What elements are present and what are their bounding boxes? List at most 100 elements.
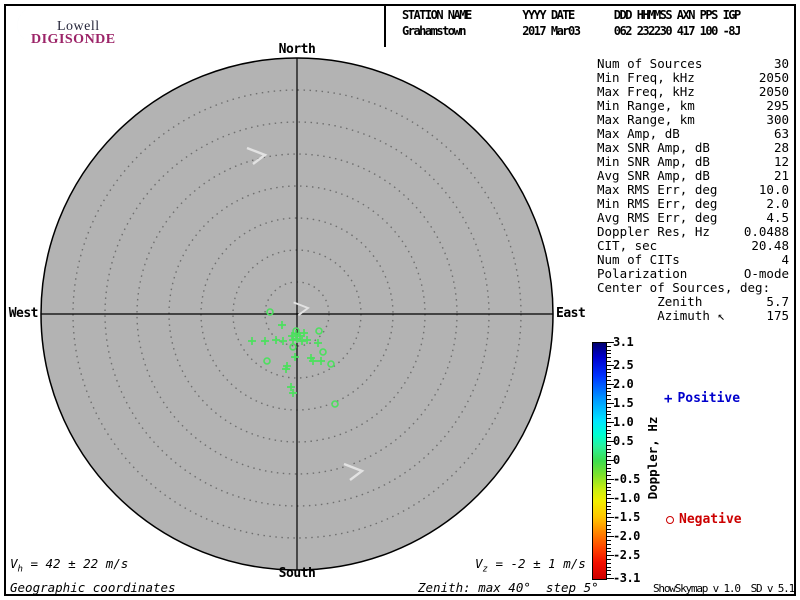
colorbar-tick-label: -3.1: [613, 571, 640, 585]
stat-label: Max SNR Amp, dB: [597, 141, 710, 155]
stat-row: Max Amp, dB63: [597, 127, 789, 141]
colorbar-tick: [607, 483, 611, 484]
stat-value: 63: [774, 127, 789, 141]
coordinate-system-label: Geographic coordinates: [10, 580, 176, 595]
stat-label: Avg SNR Amp, dB: [597, 169, 710, 183]
stat-row: Num of CITs4: [597, 253, 789, 267]
horizontal-velocity-readout: Vh = 42 ± 22 m/s: [10, 556, 128, 575]
stat-label: Polarization: [597, 267, 687, 281]
colorbar-tick-label: 1.5: [613, 396, 633, 410]
stat-row: Zenith 5.7: [597, 295, 789, 309]
colorbar-tick: [607, 395, 611, 396]
colorbar-tick: [607, 388, 611, 389]
colorbar-tick: [607, 464, 611, 465]
colorbar-tick: [607, 376, 611, 377]
colorbar-tick: [607, 346, 611, 347]
colorbar-tick: [607, 391, 611, 392]
stat-label: Min RMS Err, deg: [597, 197, 717, 211]
colorbar-tick-label: 0: [613, 453, 620, 467]
colorbar-tick: [607, 487, 611, 488]
compass-label-north: North: [279, 42, 316, 57]
colorbar-tick: [607, 418, 611, 419]
stat-value: 5.7: [766, 295, 789, 309]
plus-marker-icon: +: [664, 393, 672, 405]
compass-label-south: South: [279, 566, 316, 581]
colorbar-tick: [607, 426, 611, 427]
doppler-colorbar: [592, 342, 607, 580]
colorbar-tick-label: 0.5: [613, 434, 633, 448]
colorbar-tick: [607, 369, 611, 370]
colorbar-tick: [607, 361, 611, 362]
colorbar-tick: [607, 357, 611, 358]
stat-label: CIT, sec: [597, 239, 657, 253]
colorbar-tick: [607, 414, 611, 415]
colorbar-tick: [607, 475, 611, 476]
colorbar-tick-label: 2.5: [613, 358, 633, 372]
colorbar-tick: [607, 548, 611, 549]
colorbar-tick: [607, 372, 611, 373]
colorbar-tick-label: 3.1: [613, 335, 633, 349]
colorbar-tick-label: -2.0: [613, 529, 640, 543]
stat-value: 2050: [759, 71, 789, 85]
stat-row: Max Range, km 300: [597, 113, 789, 127]
colorbar-tick-label: -1.0: [613, 491, 640, 505]
stat-row: Center of Sources, deg:: [597, 281, 789, 295]
stat-value: 20.48: [751, 239, 789, 253]
stat-value: 2050: [759, 85, 789, 99]
colorbar-tick: [607, 525, 611, 526]
stat-label: Doppler Res, Hz: [597, 225, 710, 239]
stat-value: 28: [774, 141, 789, 155]
legend-positive: + Positive: [664, 391, 740, 406]
stat-label: Min Range, km: [597, 99, 695, 113]
colorbar-tick: [607, 380, 611, 381]
colorbar-tick: [607, 353, 611, 354]
colorbar-tick-label: -2.5: [613, 548, 640, 562]
colorbar-tick: [607, 430, 611, 431]
stat-label: Min Freq, kHz: [597, 71, 695, 85]
legend-negative: Negative: [666, 512, 742, 527]
colorbar-tick-label: -0.5: [613, 472, 640, 486]
stat-value: 4.5: [766, 211, 789, 225]
stat-row: Min RMS Err, deg2.0: [597, 197, 789, 211]
colorbar-tick: [607, 513, 611, 514]
colorbar-tick: [607, 411, 611, 412]
colorbar-tick-label: -1.5: [613, 510, 640, 524]
stat-label: Num of Sources: [597, 57, 702, 71]
stat-label: Center of Sources, deg:: [597, 281, 770, 295]
stat-label: Zenith: [597, 295, 702, 309]
colorbar-tick: [607, 399, 611, 400]
circle-marker-icon: [666, 516, 674, 524]
stat-row: Min Range, km 295: [597, 99, 789, 113]
legend-negative-label: Negative: [679, 512, 742, 527]
colorbar-tick: [607, 559, 611, 560]
colorbar-tick-label: 2.0: [613, 377, 633, 391]
showskymap-window: Lowell DIGISONDE STATION NAME YYYY DATE …: [0, 0, 800, 600]
stat-value: 12: [774, 155, 789, 169]
colorbar-tick: [607, 468, 611, 469]
colorbar-tick: [607, 407, 611, 408]
colorbar-tick: [607, 445, 611, 446]
stat-row: Max SNR Amp, dB 28: [597, 141, 789, 155]
stat-label: Max Range, km: [597, 113, 695, 127]
colorbar-tick: [607, 350, 611, 351]
stat-label: Max Freq, kHz: [597, 85, 695, 99]
colorbar-tick: [607, 490, 611, 491]
colorbar-tick: [607, 544, 611, 545]
legend-positive-label: Positive: [677, 391, 740, 406]
colorbar-tick: [607, 506, 611, 507]
stat-row: Max Freq, kHz 2050: [597, 85, 789, 99]
stat-row: Azimuth ↖175: [597, 309, 789, 323]
colorbar-tick: [607, 540, 611, 541]
stat-value: 295: [766, 99, 789, 113]
colorbar-tick: [607, 529, 611, 530]
stat-row: CIT, sec 20.48: [597, 239, 789, 253]
colorbar-tick: [607, 494, 611, 495]
stat-row: Num of Sources30: [597, 57, 789, 71]
colorbar-tick: [607, 574, 611, 575]
stat-row: Doppler Res, Hz0.0488: [597, 225, 789, 239]
stat-label: Max RMS Err, deg: [597, 183, 717, 197]
stat-value: 4: [781, 253, 789, 267]
stat-row: Avg RMS Err, deg4.5: [597, 211, 789, 225]
stat-row: Min Freq, kHz 2050: [597, 71, 789, 85]
stat-value: 300: [766, 113, 789, 127]
